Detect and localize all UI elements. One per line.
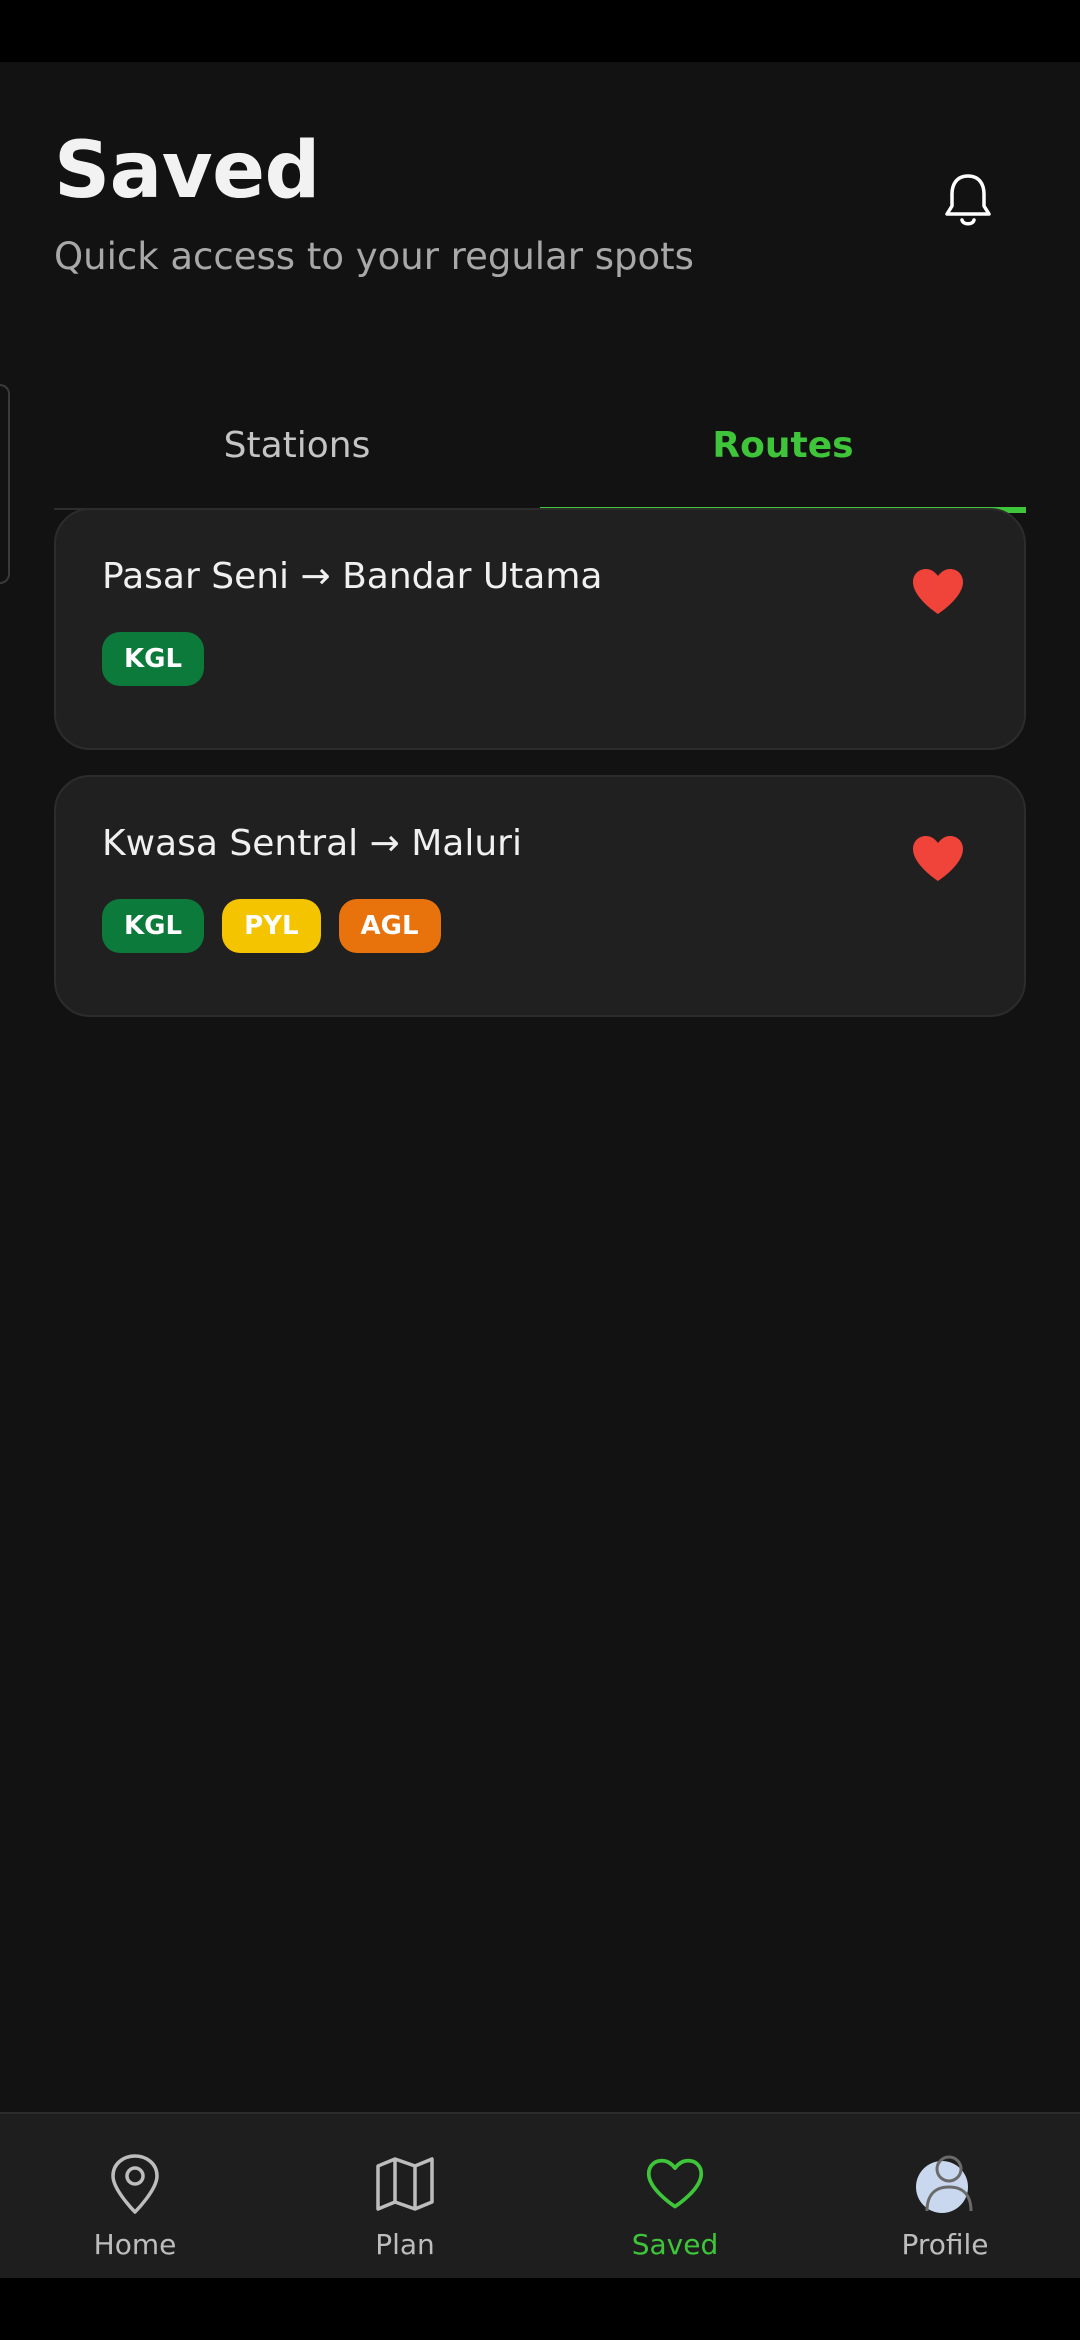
map-pin-icon [105,2154,165,2214]
tab-routes-label: Routes [712,424,854,466]
map-icon [375,2154,435,2214]
heart-filled-icon[interactable] [910,564,966,620]
tab-routes[interactable]: Routes [540,380,1026,513]
route-title: Kwasa Sentral → Maluri [102,823,522,864]
line-chip-pyl: PYL [222,899,321,953]
page-subtitle: Quick access to your regular spots [54,235,694,278]
nav-home-label: Home [93,2228,177,2261]
status-bar [0,0,1080,62]
bell-icon[interactable] [938,168,998,234]
route-title: Pasar Seni → Bandar Utama [102,556,603,597]
line-chips: KGL PYL AGL [102,899,441,953]
line-chip-agl: AGL [338,899,441,953]
bottom-navigation: Home Plan Saved Profile [0,2112,1080,2278]
nav-saved[interactable]: Saved [540,2114,810,2278]
nav-profile-label: Profile [901,2228,989,2261]
route-card[interactable]: Pasar Seni → Bandar Utama KGL [54,508,1026,750]
nav-profile[interactable]: Profile [810,2114,1080,2278]
tab-stations-label: Stations [223,424,371,466]
line-chip-kgl: KGL [102,632,205,686]
nav-plan[interactable]: Plan [270,2114,540,2278]
saved-screen: Saved Quick access to your regular spots… [0,62,1080,2278]
drawer-edge-handle[interactable] [0,384,10,584]
nav-plan-label: Plan [375,2228,435,2261]
nav-saved-label: Saved [631,2228,719,2261]
tab-stations[interactable]: Stations [54,380,540,510]
system-navigation-bar [0,2278,1080,2340]
heart-icon [645,2154,705,2214]
line-chips: KGL [102,632,205,686]
heart-filled-icon[interactable] [910,831,966,887]
line-chip-kgl: KGL [102,899,205,953]
nav-home[interactable]: Home [0,2114,270,2278]
saved-tabs: Stations Routes [54,380,1026,513]
page-title: Saved [54,126,320,216]
route-card[interactable]: Kwasa Sentral → Maluri KGL PYL AGL [54,775,1026,1017]
avatar-icon [915,2154,975,2214]
